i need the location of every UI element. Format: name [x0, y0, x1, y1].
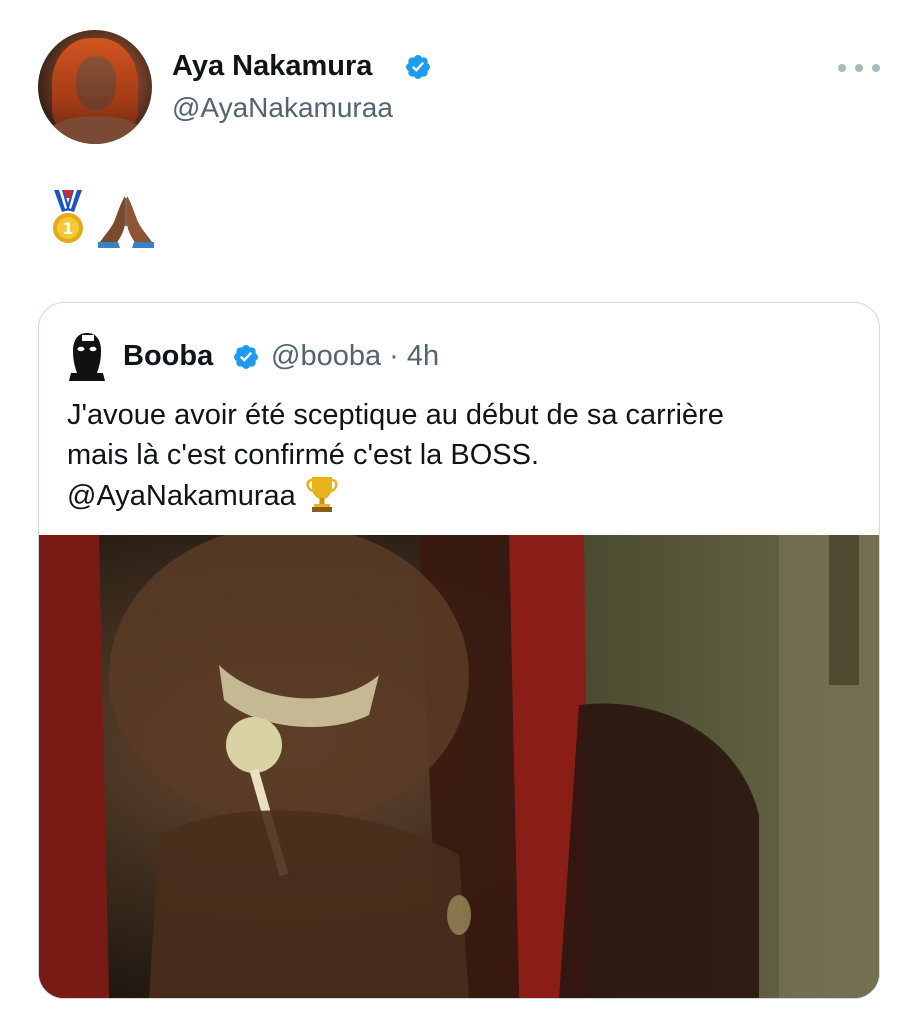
quoted-media-image[interactable] — [39, 535, 879, 998]
quoted-author-avatar[interactable] — [65, 329, 109, 381]
quoted-text-line: mais là c'est confirmé c'est la BOSS. — [67, 439, 540, 471]
author-avatar[interactable] — [38, 30, 152, 144]
quoted-author-name: Booba — [123, 340, 214, 372]
quoted-text-line: @AyaNakamuraa — [67, 475, 857, 516]
quoted-tweet[interactable]: Booba @booba · 4h J'avoue avoir été scep… — [38, 302, 880, 999]
quoted-author-handle-time: @booba · 4h — [271, 340, 440, 372]
mention-link[interactable]: @AyaNakamuraa — [67, 480, 296, 512]
verified-badge-icon — [234, 345, 258, 369]
trophy-icon — [306, 477, 338, 512]
more-options-button[interactable] — [838, 56, 880, 80]
sports-medal-icon: 1 — [53, 190, 83, 243]
tweet: Aya Nakamura @AyaNakamuraa 1 Booba @boob… — [0, 0, 918, 1024]
more-dot-icon — [872, 64, 880, 72]
svg-text:1: 1 — [62, 219, 73, 238]
more-dot-icon — [838, 64, 846, 72]
folded-hands-icon — [98, 196, 154, 248]
quoted-tweet-text: J'avoue avoir été sceptique au début de … — [67, 395, 857, 516]
quoted-text-line: J'avoue avoir été sceptique au début de … — [67, 399, 724, 431]
author-name[interactable]: Aya Nakamura — [172, 50, 372, 83]
more-dot-icon — [855, 64, 863, 72]
verified-badge-icon — [406, 55, 430, 79]
author-handle[interactable]: @AyaNakamuraa — [172, 92, 393, 124]
